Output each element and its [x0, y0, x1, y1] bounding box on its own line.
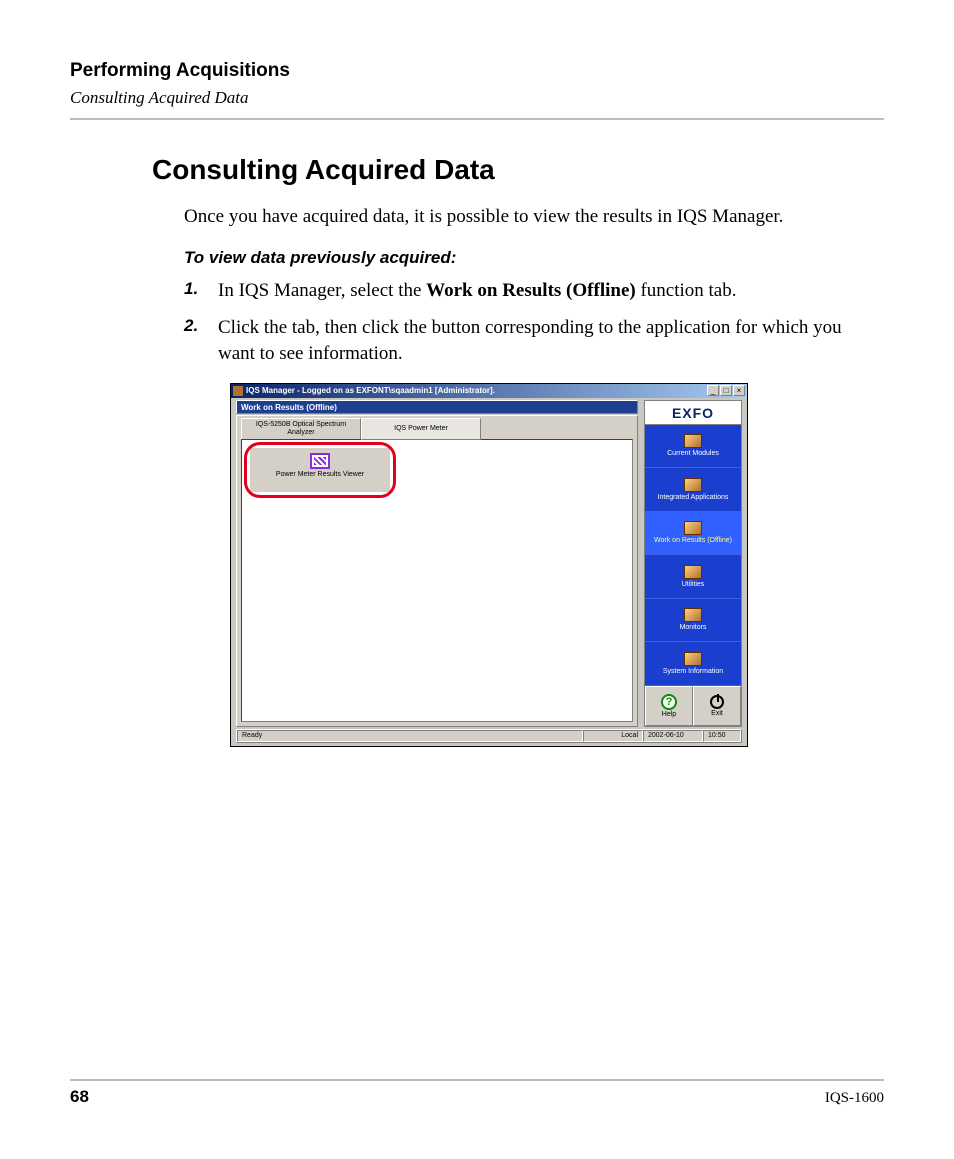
tab-power-meter[interactable]: IQS Power Meter [361, 418, 481, 440]
page-header: Performing Acquisitions Consulting Acqui… [70, 60, 884, 120]
tab-content: Power Meter Results Viewer [241, 439, 633, 722]
footer-rule [70, 1079, 884, 1081]
section-breadcrumb: Consulting Acquired Data [70, 88, 884, 108]
status-mode: Local [583, 730, 643, 742]
status-date: 2002-06-10 [643, 730, 703, 742]
app-launcher-icon [310, 453, 330, 469]
app-launcher-label: Power Meter Results Viewer [252, 471, 388, 478]
sidebar-item-label: System Information [663, 668, 723, 675]
window-controls: _ □ × [707, 385, 745, 396]
window-titlebar[interactable]: IQS Manager - Logged on as EXFONT\sqaadm… [231, 384, 747, 398]
iqs-manager-window: IQS Manager - Logged on as EXFONT\sqaadm… [230, 383, 748, 747]
embedded-screenshot: IQS Manager - Logged on as EXFONT\sqaadm… [230, 383, 748, 747]
results-icon [684, 521, 702, 535]
step-number: 2. [184, 315, 218, 366]
document-page: Performing Acquisitions Consulting Acqui… [0, 0, 954, 1159]
step-text: In IQS Manager, select the Work on Resul… [218, 278, 736, 304]
tab-strip: IQS-5250B Optical Spectrum Analyzer IQS … [241, 418, 481, 440]
monitors-icon [684, 608, 702, 622]
procedure-subhead: To view data previously acquired: [184, 248, 884, 268]
sidebar-bottom-buttons: ? Help Exit [645, 686, 741, 726]
power-icon [710, 695, 724, 709]
minimize-button[interactable]: _ [707, 385, 719, 396]
function-tab-header: Work on Results (Offline) [236, 400, 638, 414]
step-text: Click the tab, then click the button cor… [218, 315, 864, 366]
utilities-icon [684, 565, 702, 579]
step-pre: In IQS Manager, select the [218, 280, 426, 301]
help-button[interactable]: ? Help [645, 686, 693, 726]
sidebar-item-label: Utilities [682, 581, 705, 588]
document-id: IQS-1600 [825, 1090, 884, 1107]
sidebar-item-utilities[interactable]: Utilities [645, 555, 741, 599]
step-pre: Click the tab, then click the button cor… [218, 317, 842, 364]
tab-optical-spectrum-analyzer[interactable]: IQS-5250B Optical Spectrum Analyzer [241, 418, 361, 440]
help-icon: ? [661, 694, 677, 710]
step-item: 1. In IQS Manager, select the Work on Re… [184, 278, 864, 304]
sidebar-item-label: Work on Results (Offline) [654, 537, 732, 544]
modules-icon [684, 434, 702, 448]
sidebar-item-label: Monitors [680, 624, 707, 631]
close-button[interactable]: × [733, 385, 745, 396]
exit-button[interactable]: Exit [693, 686, 741, 726]
power-meter-results-viewer-button[interactable]: Power Meter Results Viewer [250, 448, 390, 492]
window-title: IQS Manager - Logged on as EXFONT\sqaadm… [246, 386, 707, 395]
sidebar-item-current-modules[interactable]: Current Modules [645, 425, 741, 469]
exfo-logo: EXFO [645, 401, 741, 425]
header-rule [70, 118, 884, 120]
help-label: Help [662, 711, 676, 718]
page-footer: 68 IQS-1600 [70, 1079, 884, 1107]
applications-icon [684, 478, 702, 492]
step-number: 1. [184, 278, 218, 304]
exit-label: Exit [711, 710, 723, 717]
sidebar-item-integrated-applications[interactable]: Integrated Applications [645, 468, 741, 512]
main-panel: IQS-5250B Optical Spectrum Analyzer IQS … [236, 415, 638, 727]
sidebar-nav: Current Modules Integrated Applications … [645, 425, 741, 686]
sidebar-item-work-on-results[interactable]: Work on Results (Offline) [645, 512, 741, 556]
section-heading: Consulting Acquired Data [152, 154, 884, 186]
chapter-title: Performing Acquisitions [70, 60, 884, 82]
sidebar-item-label: Current Modules [667, 450, 719, 457]
step-bold: Work on Results (Offline) [426, 280, 636, 301]
system-info-icon [684, 652, 702, 666]
intro-paragraph: Once you have acquired data, it is possi… [184, 204, 864, 230]
page-number: 68 [70, 1087, 89, 1107]
step-item: 2. Click the tab, then click the button … [184, 315, 864, 366]
sidebar-item-monitors[interactable]: Monitors [645, 599, 741, 643]
status-ready: Ready [237, 730, 583, 742]
step-list: 1. In IQS Manager, select the Work on Re… [184, 278, 864, 367]
maximize-button[interactable]: □ [720, 385, 732, 396]
app-icon [233, 386, 243, 396]
step-post: function tab. [636, 280, 737, 301]
status-time: 10:50 [703, 730, 741, 742]
status-bar: Ready Local 2002-06-10 10:50 [236, 729, 742, 743]
sidebar: EXFO Current Modules Integrated Applicat… [644, 400, 742, 727]
sidebar-item-system-information[interactable]: System Information [645, 642, 741, 686]
sidebar-item-label: Integrated Applications [658, 494, 729, 501]
